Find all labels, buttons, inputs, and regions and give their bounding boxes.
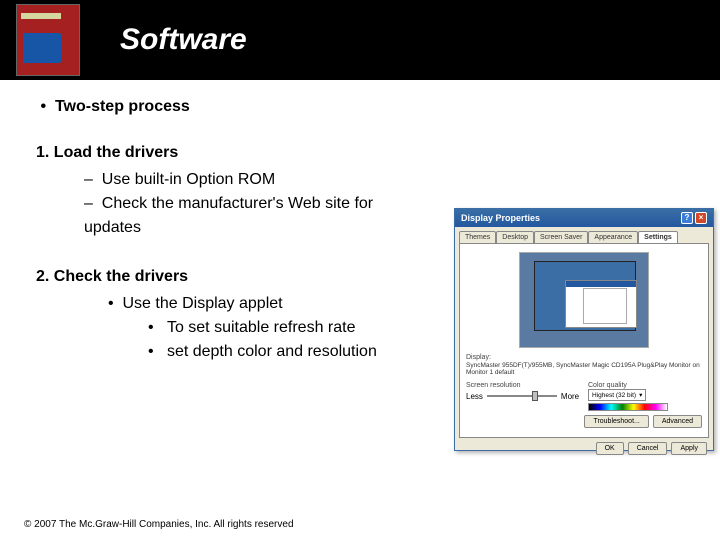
troubleshoot-button[interactable]: Troubleshoot...	[584, 415, 648, 428]
dialog-body: Display: SyncMaster 955DF(T)/955MB, Sync…	[459, 243, 709, 438]
tab-settings[interactable]: Settings	[638, 231, 678, 243]
apply-button[interactable]: Apply	[671, 442, 707, 455]
tab-appearance[interactable]: Appearance	[588, 231, 638, 243]
dialog-tabs: Themes Desktop Screen Saver Appearance S…	[459, 231, 709, 243]
cancel-button[interactable]: Cancel	[628, 442, 668, 455]
slide-title: Software	[120, 23, 247, 57]
color-quality-label: Color quality	[588, 382, 702, 389]
display-value: SyncMaster 955DF(T)/955MB, SyncMaster Ma…	[466, 362, 702, 376]
book-cover-thumbnail	[16, 4, 80, 76]
tab-desktop[interactable]: Desktop	[496, 231, 534, 243]
resolution-slider[interactable]	[487, 391, 557, 401]
advanced-button[interactable]: Advanced	[653, 415, 702, 428]
tab-themes[interactable]: Themes	[459, 231, 496, 243]
color-quality-dropdown[interactable]: Highest (32 bit) ▾	[588, 389, 646, 401]
help-icon[interactable]: ?	[681, 212, 693, 224]
color-spectrum	[588, 403, 668, 411]
slide-header: Software	[0, 0, 720, 80]
monitor-preview	[519, 252, 649, 348]
resolution-label: Screen resolution	[466, 382, 580, 389]
dialog-title-text: Display Properties	[461, 213, 540, 223]
display-label: Display:	[466, 354, 702, 361]
section-1-item: – Use built-in Option ROM	[36, 168, 684, 192]
slider-more-label: More	[561, 392, 579, 401]
tab-screensaver[interactable]: Screen Saver	[534, 231, 588, 243]
slider-less-label: Less	[466, 392, 483, 401]
main-bullet: • Two-step process	[36, 98, 684, 116]
display-properties-dialog: Display Properties ? × Themes Desktop Sc…	[454, 208, 714, 451]
section-1-heading: 1. Load the drivers	[36, 144, 684, 162]
copyright-footer: © 2007 The Mc.Graw-Hill Companies, Inc. …	[24, 519, 294, 530]
dialog-titlebar: Display Properties ? ×	[455, 209, 713, 227]
section-1-item: – Check the manufacturer's Web site for …	[36, 192, 416, 240]
close-icon[interactable]: ×	[695, 212, 707, 224]
ok-button[interactable]: OK	[596, 442, 624, 455]
main-bullet-text: Two-step process	[55, 98, 190, 115]
chevron-down-icon: ▾	[639, 391, 642, 399]
